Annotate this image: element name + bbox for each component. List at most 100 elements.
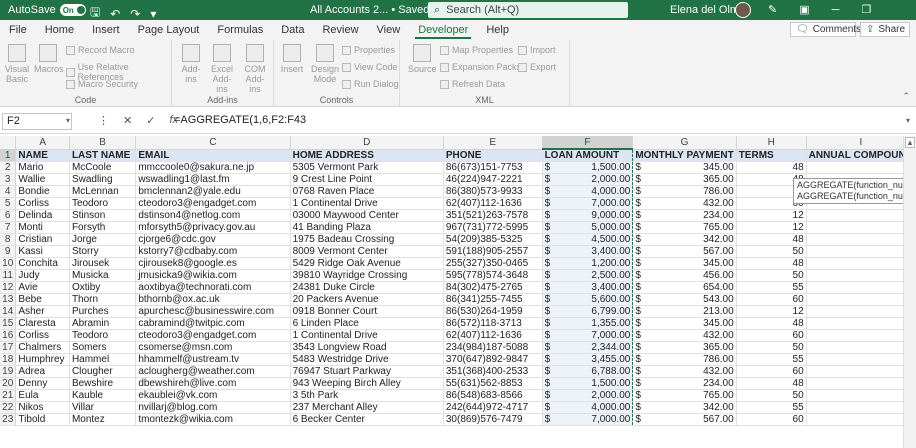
name-box[interactable]: F2 xyxy=(2,113,72,130)
cell[interactable]: Kassi xyxy=(15,245,70,258)
row-header[interactable]: 10 xyxy=(0,257,17,270)
terms-cell[interactable]: 48 xyxy=(736,233,807,246)
cell[interactable]: cteodoro3@engadget.com xyxy=(135,329,291,342)
ribbon-display-icon[interactable]: ▣ xyxy=(799,3,809,16)
terms-cell[interactable]: 50 xyxy=(736,245,807,258)
cell[interactable]: cjirousek8@google.es xyxy=(135,257,291,270)
insert-control-button[interactable]: Insert xyxy=(280,44,304,74)
monthly-payment-cell[interactable]: $654.00 xyxy=(632,281,737,294)
cell[interactable]: 54(209)385-5325 xyxy=(443,233,543,246)
cell[interactable]: 62(407)112-1636 xyxy=(443,197,543,210)
terms-cell[interactable]: 60 xyxy=(736,293,807,306)
row-header[interactable]: 19 xyxy=(0,365,17,378)
cell[interactable]: hhammelf@ustream.tv xyxy=(135,353,291,366)
row-header[interactable]: 5 xyxy=(0,197,17,210)
cell[interactable]: cteodoro3@engadget.com xyxy=(135,197,291,210)
row-header[interactable]: 16 xyxy=(0,329,17,342)
loan-amount-cell[interactable]: $1,355.00 xyxy=(541,317,634,330)
cell[interactable]: 5483 Westridge Drive xyxy=(290,353,444,366)
row-header[interactable]: 3 xyxy=(0,173,17,186)
cell[interactable]: dstinson4@netlog.com xyxy=(135,209,291,222)
row-header[interactable]: 2 xyxy=(0,161,17,174)
cell[interactable]: csomerse@msn.com xyxy=(135,341,291,354)
terms-cell[interactable]: 60 xyxy=(736,413,807,426)
cell[interactable]: Chalmers xyxy=(15,341,70,354)
tab-review[interactable]: Review xyxy=(313,20,367,40)
cell[interactable]: 55(631)562-8853 xyxy=(443,377,543,390)
cell[interactable] xyxy=(806,377,916,390)
cell[interactable]: 943 Weeping Birch Alley xyxy=(290,377,444,390)
terms-cell[interactable]: 48 xyxy=(736,257,807,270)
terms-cell[interactable]: 50 xyxy=(736,389,807,402)
cell[interactable]: 86(548)683-8566 xyxy=(443,389,543,402)
cell[interactable]: dbewshireh@live.com xyxy=(135,377,291,390)
view-code-button[interactable]: View Code xyxy=(342,62,397,72)
terms-cell[interactable]: 60 xyxy=(736,329,807,342)
cell[interactable]: bmclennan2@yale.edu xyxy=(135,185,291,198)
cell[interactable]: ekaublei@vk.com xyxy=(135,389,291,402)
monthly-payment-cell[interactable]: $432.00 xyxy=(632,365,737,378)
cell[interactable] xyxy=(806,329,916,342)
terms-cell[interactable]: 55 xyxy=(736,401,807,414)
tab-developer[interactable]: Developer xyxy=(409,20,477,40)
row-header[interactable]: 13 xyxy=(0,293,17,306)
monthly-payment-cell[interactable]: $365.00 xyxy=(632,173,737,186)
cell[interactable]: jmusicka9@wikia.com xyxy=(135,269,291,282)
cell[interactable]: 86(341)255-7455 xyxy=(443,293,543,306)
record-macro-button[interactable]: Record Macro xyxy=(66,45,135,55)
loan-amount-cell[interactable]: $4,000.00 xyxy=(541,185,634,198)
tab-help[interactable]: Help xyxy=(477,20,518,40)
export-button[interactable]: Export xyxy=(518,62,556,72)
cell[interactable] xyxy=(806,401,916,414)
cell[interactable] xyxy=(806,353,916,366)
cell[interactable]: 234(984)187-5088 xyxy=(443,341,543,354)
cell[interactable]: Conchita xyxy=(15,257,70,270)
monthly-payment-cell[interactable]: $786.00 xyxy=(632,185,737,198)
cell[interactable]: aclougherg@weather.com xyxy=(135,365,291,378)
monthly-payment-cell[interactable]: $365.00 xyxy=(632,341,737,354)
column-header-i[interactable]: I xyxy=(806,136,916,150)
loan-amount-cell[interactable]: $1,500.00 xyxy=(541,377,634,390)
loan-amount-cell[interactable]: $4,500.00 xyxy=(541,233,634,246)
cell[interactable]: 591(188)905-2557 xyxy=(443,245,543,258)
cell[interactable]: Villar xyxy=(69,401,137,414)
cell[interactable]: cabramind@twitpic.com xyxy=(135,317,291,330)
cancel-icon[interactable]: ✕ xyxy=(123,114,132,127)
macro-security-button[interactable]: Macro Security xyxy=(66,79,138,89)
cell[interactable]: 41 Banding Plaza xyxy=(290,221,444,234)
terms-cell[interactable]: 50 xyxy=(736,341,807,354)
cell[interactable]: Avie xyxy=(15,281,70,294)
autosave-toggle[interactable]: On xyxy=(59,4,86,16)
restore-icon[interactable]: ❐ xyxy=(861,3,871,16)
cell[interactable]: 39810 Wayridge Crossing xyxy=(290,269,444,282)
tab-formulas[interactable]: Formulas xyxy=(208,20,272,40)
design-mode-button[interactable]: Design Mode xyxy=(310,44,340,84)
cell[interactable]: Hammel xyxy=(69,353,137,366)
name-box-dropdown-icon[interactable]: ▾ xyxy=(66,116,70,125)
row-header[interactable]: 7 xyxy=(0,221,17,234)
cell[interactable]: 84(302)475-2765 xyxy=(443,281,543,294)
monthly-payment-cell[interactable]: $432.00 xyxy=(632,329,737,342)
tab-insert[interactable]: Insert xyxy=(83,20,129,40)
loan-amount-cell[interactable]: $2,344.00 xyxy=(541,341,634,354)
cell[interactable]: 86(673)151-7753 xyxy=(443,161,543,174)
cell[interactable] xyxy=(806,221,916,234)
cell[interactable]: wswadling1@last.fm xyxy=(135,173,291,186)
cell[interactable] xyxy=(806,413,916,426)
cell[interactable] xyxy=(806,305,916,318)
cell-grid[interactable]: A B C D E F G H I 1 NAME LAST NAME EMAIL HOME ADDRESS… xyxy=(0,136,916,426)
header-cell[interactable]: MONTHLY PAYMENT xyxy=(632,149,737,162)
cell[interactable]: Bebe xyxy=(15,293,70,306)
visual-basic-button[interactable]: Visual Basic xyxy=(4,44,30,84)
cell[interactable]: 351(521)263-7578 xyxy=(443,209,543,222)
document-title[interactable]: All Accounts 2... • Saved xyxy=(310,4,429,16)
cell[interactable]: Monti xyxy=(15,221,70,234)
column-header-a[interactable]: A xyxy=(15,136,70,150)
scroll-up-icon[interactable]: ▲ xyxy=(905,137,915,148)
tab-home[interactable]: Home xyxy=(36,20,83,40)
monthly-payment-cell[interactable]: $213.00 xyxy=(632,305,737,318)
row-header[interactable]: 15 xyxy=(0,317,17,330)
monthly-payment-cell[interactable]: $345.00 xyxy=(632,317,737,330)
cell[interactable]: Purches xyxy=(69,305,137,318)
cell[interactable] xyxy=(806,161,916,174)
